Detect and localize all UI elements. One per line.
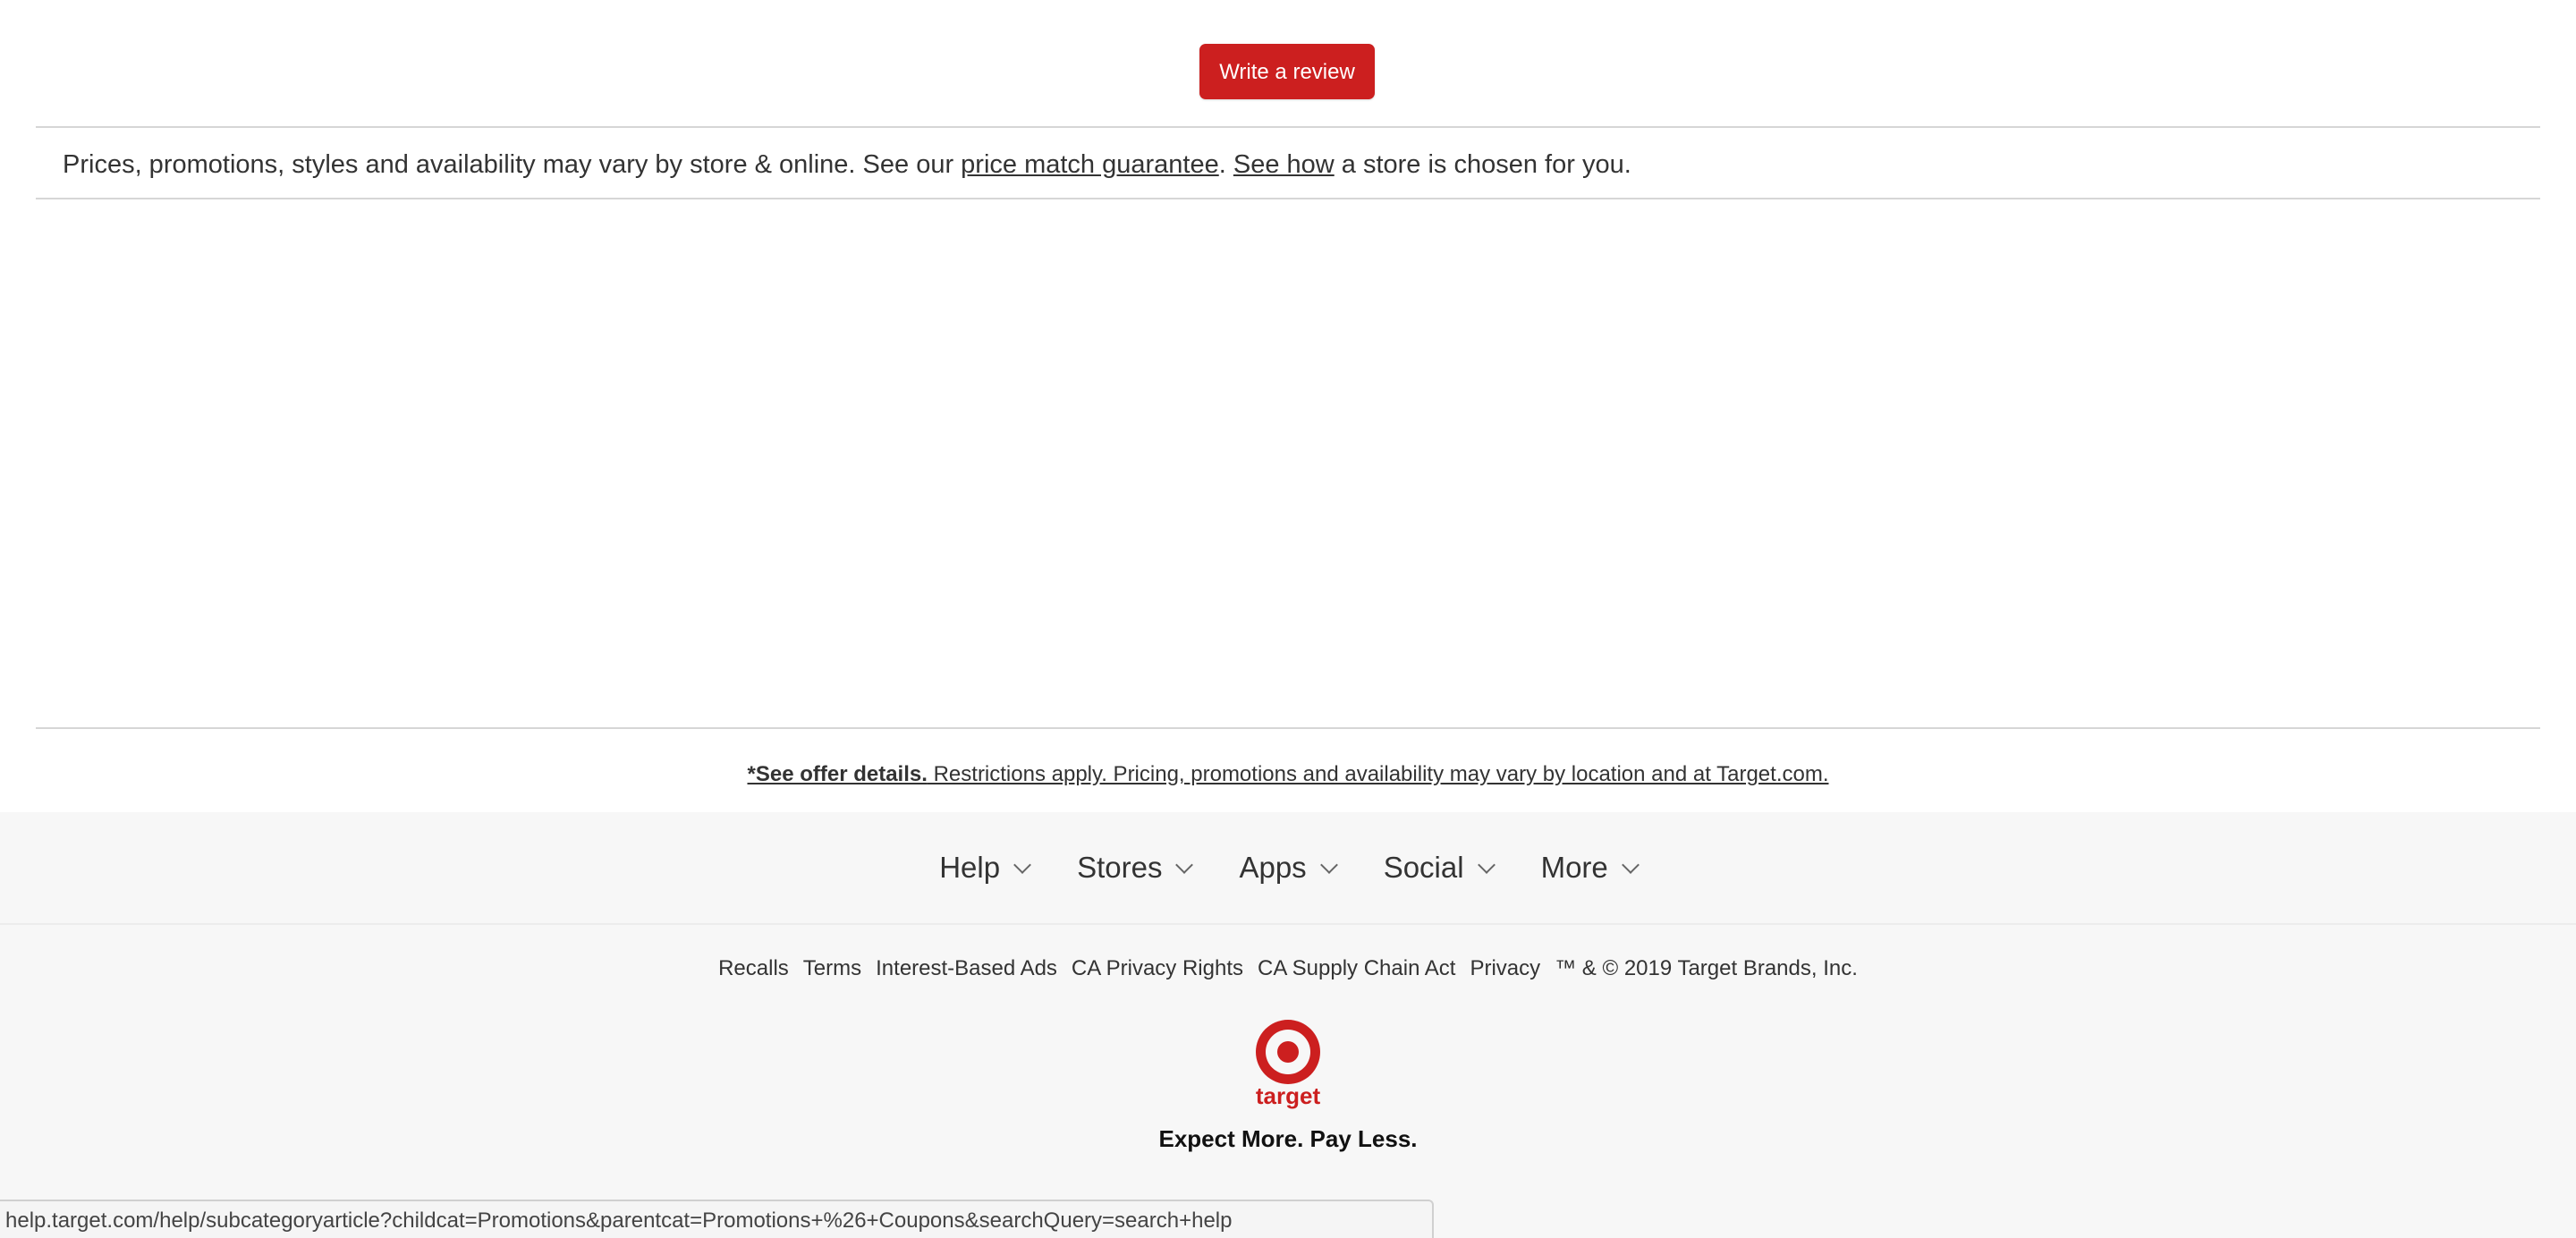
- offer-details-label: *See offer details.: [747, 762, 928, 786]
- review-section: Write a review: [0, 0, 2576, 125]
- footer: Help Stores Apps Social More Recalls Ter…: [0, 812, 2576, 1238]
- tagline: Expect More. Pay Less.: [1158, 1125, 1418, 1152]
- disclaimer-text-after: a store is chosen for you.: [1334, 150, 1631, 179]
- status-url: help.target.com/help/subcategoryarticle?…: [5, 1208, 1233, 1233]
- footer-nav-more-label: More: [1540, 851, 1608, 884]
- ca-supply-chain-act-link[interactable]: CA Supply Chain Act: [1258, 954, 1455, 984]
- target-logo-text: target: [1255, 1082, 1321, 1109]
- copyright-text: ™ & © 2019 Target Brands, Inc.: [1555, 956, 1858, 980]
- footer-nav-apps-label: Apps: [1239, 851, 1307, 884]
- footer-nav-stores[interactable]: Stores: [1077, 851, 1194, 885]
- recalls-link[interactable]: Recalls: [718, 954, 789, 984]
- interest-based-ads-link[interactable]: Interest-Based Ads: [876, 954, 1057, 984]
- see-how-link[interactable]: See how: [1233, 150, 1335, 179]
- offer-details-link[interactable]: *See offer details. Restrictions apply. …: [748, 762, 1829, 786]
- price-disclaimer: Prices, promotions, styles and availabil…: [63, 147, 1631, 182]
- footer-nav-more[interactable]: More: [1540, 851, 1640, 885]
- footer-nav-apps[interactable]: Apps: [1239, 851, 1338, 885]
- offer-details-text: Restrictions apply. Pricing, promotions …: [927, 762, 1829, 786]
- divider-top: [36, 126, 2540, 128]
- divider-middle: [36, 198, 2540, 199]
- write-review-button[interactable]: Write a review: [1199, 44, 1375, 99]
- page: Write a review Prices, promotions, style…: [0, 0, 2576, 1238]
- chevron-down-icon: [1175, 856, 1194, 874]
- disclaimer-text-before: Prices, promotions, styles and availabil…: [63, 150, 962, 179]
- ca-privacy-rights-link[interactable]: CA Privacy Rights: [1072, 954, 1243, 984]
- legal-links: Recalls Terms Interest-Based Ads CA Priv…: [0, 954, 2576, 984]
- footer-nav-help-label: Help: [939, 851, 1001, 884]
- price-match-guarantee-link[interactable]: price match guarantee: [961, 150, 1219, 179]
- terms-link[interactable]: Terms: [803, 954, 861, 984]
- browser-status-bar: help.target.com/help/subcategoryarticle?…: [0, 1200, 1434, 1238]
- footer-nav-help[interactable]: Help: [939, 851, 1031, 885]
- footer-nav-social-label: Social: [1383, 851, 1464, 884]
- chevron-down-icon: [1621, 856, 1640, 874]
- chevron-down-icon: [1013, 856, 1031, 874]
- footer-nav: Help Stores Apps Social More: [0, 812, 2576, 925]
- chevron-down-icon: [1319, 856, 1338, 874]
- chevron-down-icon: [1477, 856, 1496, 874]
- target-logo-icon[interactable]: [1256, 1020, 1320, 1084]
- privacy-link[interactable]: Privacy: [1470, 954, 1540, 984]
- disclaimer-text-middle: .: [1218, 150, 1233, 179]
- offer-details: *See offer details. Restrictions apply. …: [0, 759, 2576, 790]
- divider-bottom: [36, 727, 2540, 729]
- footer-nav-social[interactable]: Social: [1383, 851, 1496, 885]
- footer-nav-stores-label: Stores: [1077, 851, 1163, 884]
